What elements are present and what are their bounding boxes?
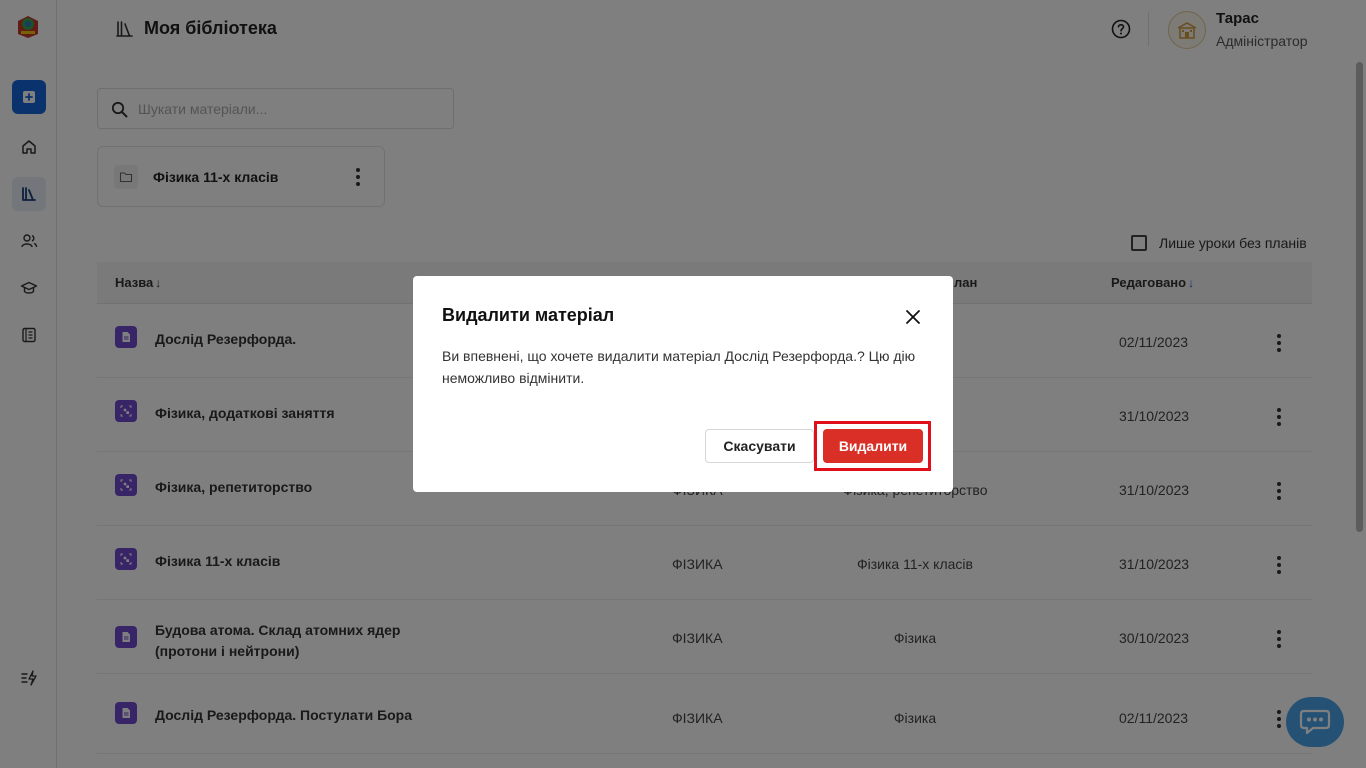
dialog-close-button[interactable] [901, 305, 925, 329]
close-icon [906, 310, 920, 324]
delete-button[interactable]: Видалити [823, 429, 923, 463]
dialog-title: Видалити матеріал [442, 305, 615, 325]
delete-button-highlight: Видалити [814, 421, 931, 471]
dialog-message: Ви впевнені, що хочете видалити матеріал… [442, 348, 916, 386]
cancel-button[interactable]: Скасувати [705, 429, 814, 463]
delete-material-dialog: Видалити матеріал Ви впевнені, що хочете… [413, 276, 953, 492]
